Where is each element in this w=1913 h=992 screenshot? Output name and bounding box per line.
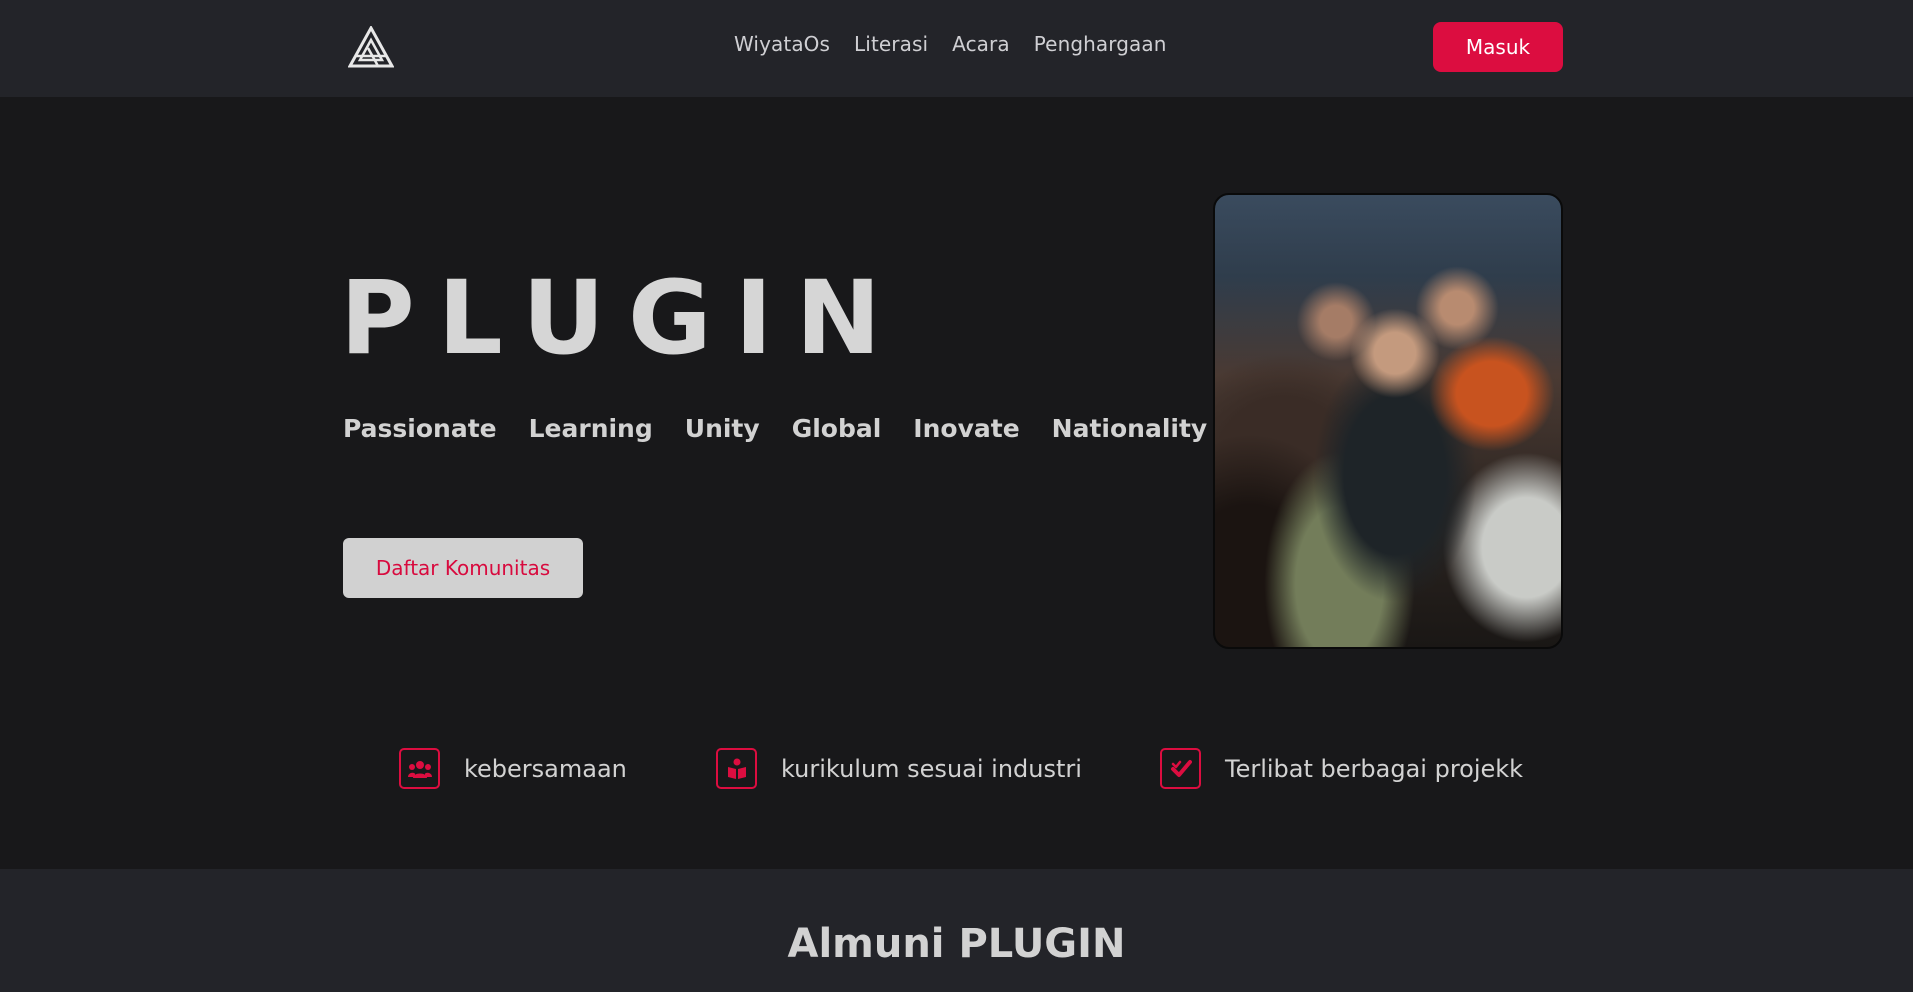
feature-label: Terlibat berbagai projekk [1225, 754, 1524, 783]
hero-title: PLUGIN [340, 259, 904, 378]
value-unity: Unity [684, 414, 760, 443]
value-global: Global [791, 414, 882, 443]
alumni-section: Almuni PLUGIN [0, 869, 1913, 992]
login-button[interactable]: Masuk [1433, 22, 1563, 72]
main-nav: WiyataOs Literasi Acara Penghargaan [734, 32, 1167, 56]
logo-icon[interactable] [347, 24, 395, 68]
feature-item: kebersamaan [399, 748, 627, 789]
hero-image [1213, 193, 1563, 649]
check-square-icon [1160, 748, 1201, 789]
register-community-button[interactable]: Daftar Komunitas [343, 538, 583, 598]
feature-item: Terlibat berbagai projekk [1160, 748, 1523, 789]
book-reader-icon [716, 748, 757, 789]
feature-label: kurikulum sesuai industri [781, 754, 1082, 783]
header: WiyataOs Literasi Acara Penghargaan Masu… [0, 0, 1913, 97]
nav-item-literasi[interactable]: Literasi [854, 32, 928, 56]
nav-item-wiyataos[interactable]: WiyataOs [734, 32, 830, 56]
value-inovate: Inovate [913, 414, 1020, 443]
feature-label: kebersamaan [464, 754, 627, 783]
feature-item: kurikulum sesuai industri [716, 748, 1082, 789]
value-learning: Learning [528, 414, 653, 443]
value-nationality: Nationality [1051, 414, 1208, 443]
nav-item-acara[interactable]: Acara [952, 32, 1010, 56]
alumni-title: Almuni PLUGIN [787, 921, 1126, 967]
hero-values: Passionate Learning Unity Global Inovate… [343, 414, 1207, 443]
users-icon [399, 748, 440, 789]
value-passionate: Passionate [343, 414, 497, 443]
nav-item-penghargaan[interactable]: Penghargaan [1034, 32, 1167, 56]
